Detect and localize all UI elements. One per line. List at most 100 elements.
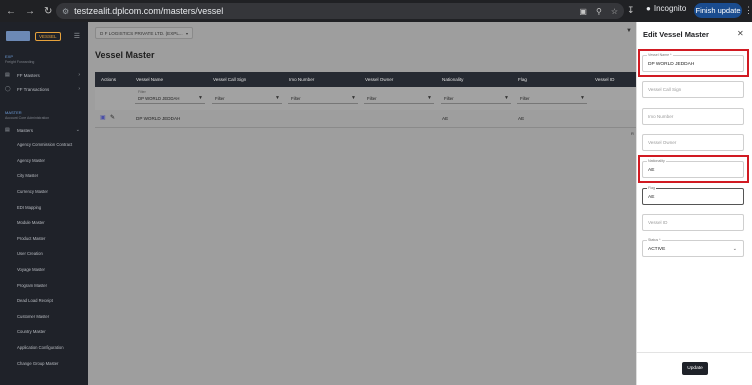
sidebar-item[interactable]: Currency Master [0,184,88,200]
edit-pencil-icon[interactable]: ✎ [110,114,115,121]
company-select-value: D F LOGISTICS PRIVATE LTD. (EXPL... [100,30,183,36]
forward-icon[interactable]: → [25,6,35,17]
highlight-box-nationality [638,155,749,183]
cell-vessel-name: DP WORLD JEDDAH [136,116,181,121]
translate-icon[interactable]: ▣ [579,7,587,16]
incognito-icon: ● [646,4,651,13]
table-row[interactable]: ▣ ✎ DP WORLD JEDDAH AE AE [95,110,636,128]
document-icon: ▤ [5,72,10,78]
browser-nav: ← → ↻ [6,6,58,17]
site-info-icon[interactable]: ⚙ [62,7,69,16]
sidebar-item[interactable]: City Master [0,168,88,184]
filter-nationality[interactable]: Filter ▼ [441,93,511,104]
sidebar-item[interactable]: User Creation [0,246,88,262]
finish-update-button[interactable]: Finish update [694,3,742,18]
filter-imo-number[interactable]: Filter ▼ [288,93,358,104]
filter-placeholder: Filter [520,96,530,101]
cell-flag: AE [518,116,525,121]
chevron-down-icon: ⌄ [75,127,80,133]
filter-icon[interactable]: ▼ [198,95,203,101]
vessel-id-field[interactable]: Vessel ID [642,214,744,231]
status-value: ACTIVE [648,247,666,252]
sidebar-item[interactable]: Voyage Master [0,262,88,278]
filter-placeholder: Filter [291,96,301,101]
sidebar-item[interactable]: Agency Master [0,153,88,169]
main-content: D F LOGISTICS PRIVATE LTD. (EXPL... ▾ ▼ … [88,22,636,385]
sidebar-group-ff-transactions[interactable]: ◯ FF Transactions › [0,82,88,96]
close-icon[interactable]: ✕ [737,29,744,38]
sidebar-group-masters[interactable]: ▤ Masters ⌄ [0,123,88,137]
flag-field[interactable]: Flag AE [642,186,744,205]
pagination[interactable]: R [631,131,634,136]
section-subtitle-exp: Freight Forwarding [5,60,35,64]
table-header: Actions Vessel Name Vessel Call Sign Imo… [95,72,636,87]
filter-icon[interactable]: ▼ [580,95,585,101]
vessel-id-placeholder: Vessel ID [648,220,668,225]
filter-placeholder: Filter [444,96,454,101]
view-icon[interactable]: ▣ [100,114,106,121]
filter-icon[interactable]: ▼ [427,95,432,101]
column-header[interactable]: Flag [518,77,527,82]
zoom-icon[interactable]: ⚲ [596,7,602,16]
sidebar-item[interactable]: Product Master [0,231,88,247]
column-header[interactable]: Nationality [442,77,463,82]
sidebar-item[interactable]: Module Master [0,215,88,231]
edit-vessel-panel: Edit Vessel Master ✕ Vessel Name * DP WO… [636,22,752,385]
filter-vessel-name[interactable]: Filter DP WORLD JEDDAH ▼ [135,90,205,104]
column-header[interactable]: Vessel Call Sign [213,77,246,82]
panel-title: Edit Vessel Master [643,30,709,39]
hamburger-icon[interactable]: ☰ [74,32,80,40]
address-bar[interactable]: ⚙ testzealit.dplcom.com/masters/vessel ▣… [56,3,624,19]
call-sign-placeholder: Vessel Call Sign [648,87,682,92]
sidebar-group-ff-masters[interactable]: ▤ FF Masters › [0,68,88,82]
filter-vessel-owner[interactable]: Filter ▼ [364,93,434,104]
reload-icon[interactable]: ↻ [44,6,52,17]
sidebar: VESSEL ☰ EXP Freight Forwarding ▤ FF Mas… [0,22,88,385]
filter-call-sign[interactable]: Filter ▼ [212,93,282,104]
document-icon: ▤ [5,127,10,133]
sidebar-item[interactable]: Dead Load Receipt [0,293,88,309]
update-button[interactable]: Update [682,362,708,375]
vessel-owner-field[interactable]: Vessel Owner [642,134,744,151]
sidebar-item[interactable]: EDI Mapping [0,199,88,215]
sidebar-group-label: FF Masters [17,72,40,78]
company-select[interactable]: D F LOGISTICS PRIVATE LTD. (EXPL... ▾ [95,27,193,39]
browser-toolbar: ← → ↻ ⚙ testzealit.dplcom.com/masters/ve… [0,0,752,22]
page-title: Vessel Master [95,50,155,60]
sidebar-item[interactable]: Customer Master [0,309,88,325]
chevron-right-icon: › [78,72,80,78]
chevron-down-icon: ▾ [185,30,188,36]
status-select[interactable]: Status * ACTIVE ⌄ [642,238,744,257]
status-label: Status * [647,238,662,242]
sidebar-item[interactable]: Country Master [0,324,88,340]
panel-footer-divider [637,352,752,353]
browser-menu-icon[interactable]: ⋮ [744,5,752,16]
filter-icon[interactable]: ▼ [626,28,632,34]
sidebar-group-label: Masters [17,127,34,133]
column-header[interactable]: Vessel ID [595,77,614,82]
sidebar-item[interactable]: Change Group Master [0,355,88,371]
incognito-indicator[interactable]: ● Incognito [646,4,686,13]
vessel-call-sign-field[interactable]: Vessel Call Sign [642,81,744,98]
filter-flag[interactable]: Filter ▼ [517,93,587,104]
filter-placeholder: Filter [215,96,225,101]
company-logo [6,31,30,41]
download-icon[interactable]: ↧ [627,5,635,16]
sidebar-item[interactable]: Agency Commission Contract [0,137,88,153]
column-header[interactable]: Vessel Owner [365,77,393,82]
imo-number-field[interactable]: Imo Number [642,108,744,125]
filter-icon[interactable]: ▼ [504,95,509,101]
filter-icon[interactable]: ▼ [275,95,280,101]
highlight-box-vessel-name [638,49,749,77]
section-title-master: MASTER [5,110,22,115]
bookmark-star-icon[interactable]: ☆ [611,7,618,16]
section-subtitle-master: Account Core Administration [5,116,50,120]
url-text: testzealit.dplcom.com/masters/vessel [74,6,224,16]
column-header[interactable]: Imo Number [289,77,314,82]
sidebar-item[interactable]: Application Configuration [0,340,88,356]
section-title-exp: EXP [5,54,14,59]
sidebar-item[interactable]: Program Master [0,277,88,293]
back-icon[interactable]: ← [6,6,16,17]
column-header[interactable]: Vessel Name [136,77,163,82]
filter-icon[interactable]: ▼ [351,95,356,101]
